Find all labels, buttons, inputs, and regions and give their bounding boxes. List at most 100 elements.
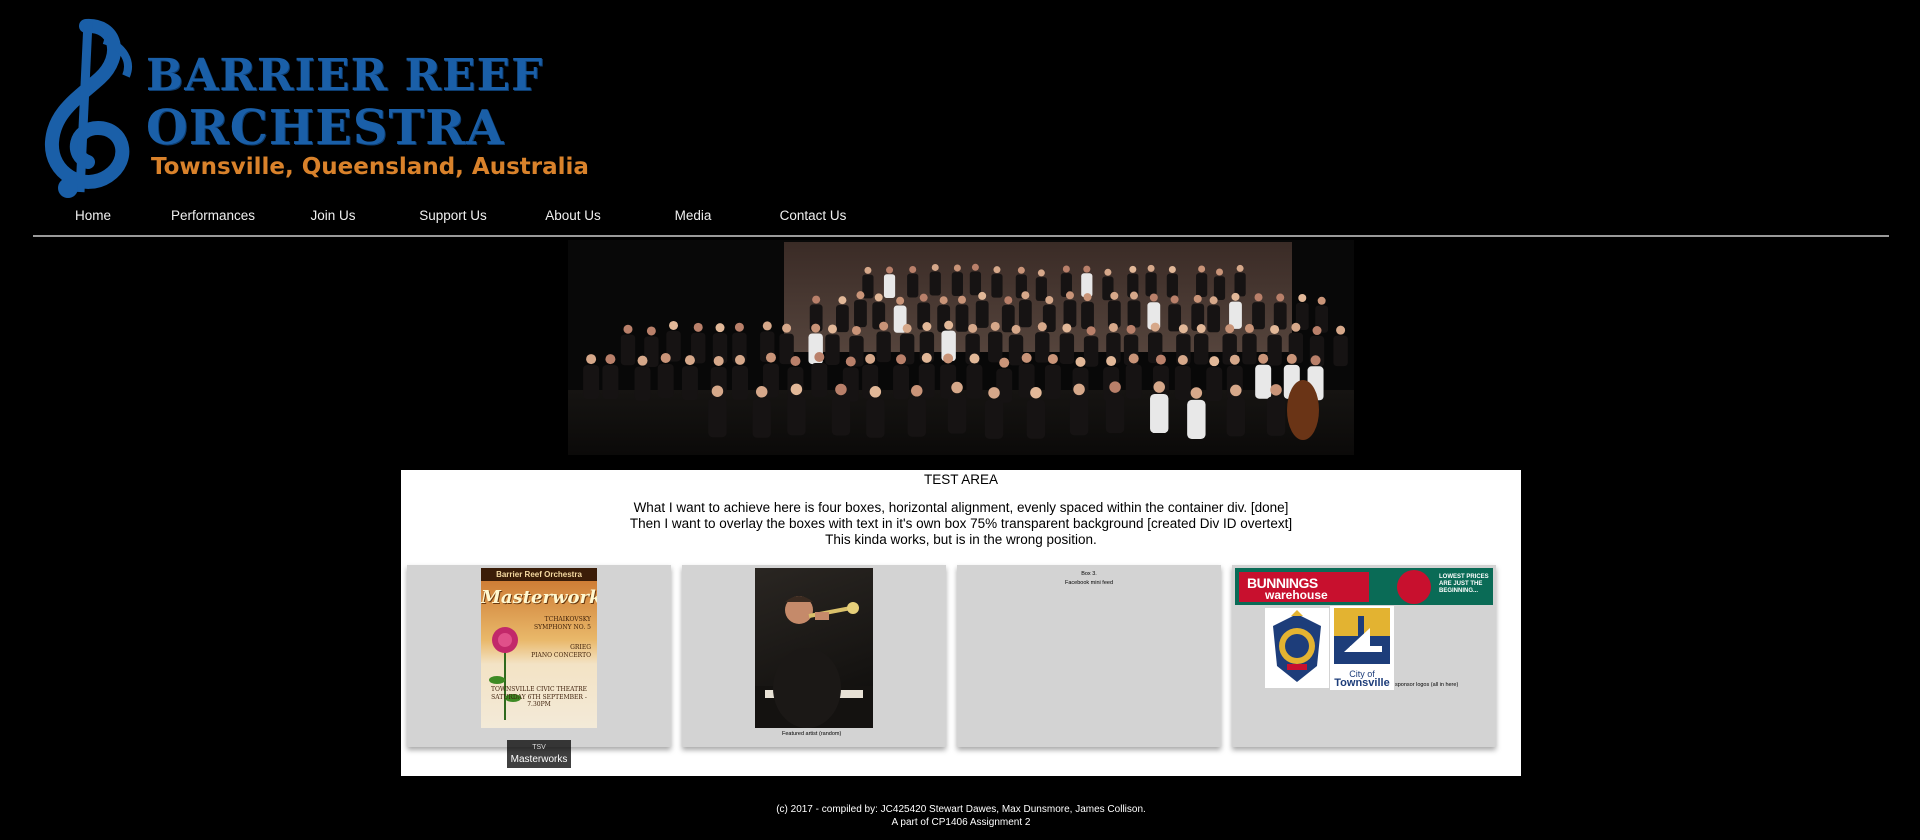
musician-head: [978, 291, 987, 300]
box-1-poster: Barrier Reef Orchestra Masterworks TCHAI…: [407, 565, 671, 768]
poster-composer-1: TCHAIKOVSKY: [544, 616, 591, 623]
musician-head: [958, 295, 967, 304]
musician-body: [854, 299, 867, 328]
musician-head: [765, 352, 776, 363]
bunnings-sponsor-logo[interactable]: BUNNINGS warehouse LOWEST PRICES ARE JUS…: [1235, 568, 1493, 605]
musician-head: [838, 296, 847, 305]
musician-head: [684, 355, 695, 366]
musician-head: [1106, 356, 1117, 367]
trumpet-player-image: [755, 596, 873, 728]
nav-item-about-us[interactable]: About Us: [513, 206, 633, 226]
musician-body: [1207, 305, 1221, 333]
musician-body: [1194, 333, 1209, 365]
nav-item-home[interactable]: Home: [33, 206, 153, 226]
poster-venue: TOWNSVILLE CIVIC THEATRE: [490, 686, 588, 693]
musician-head: [1193, 294, 1202, 303]
musician-head: [1110, 291, 1119, 300]
musician-head: [1150, 322, 1160, 332]
nav-item-performances[interactable]: Performances: [153, 206, 273, 226]
musician-head: [865, 353, 876, 364]
musician-body: [988, 331, 1003, 363]
musician-body: [1059, 333, 1075, 364]
musician-head: [646, 326, 656, 336]
masterworks-poster[interactable]: Barrier Reef Orchestra Masterworks TCHAI…: [481, 568, 597, 728]
musician-head: [968, 323, 978, 333]
musician-body: [1044, 364, 1061, 399]
musician-body: [811, 363, 828, 398]
main-nav: Home Performances Join Us Support Us Abo…: [33, 206, 873, 226]
nav-item-contact-us[interactable]: Contact Us: [753, 206, 873, 226]
bunnings-logo-badge: BUNNINGS warehouse: [1239, 572, 1369, 602]
nav-item-support-us[interactable]: Support Us: [393, 206, 513, 226]
musician-body: [883, 274, 896, 299]
musician-head: [931, 263, 939, 271]
musician-body: [1105, 393, 1125, 434]
bunnings-swoosh-icon: [1397, 570, 1431, 604]
musician-head: [902, 323, 912, 333]
musician-head: [605, 354, 616, 365]
musician-body: [1145, 272, 1157, 297]
musician-head: [812, 295, 821, 304]
musician-body: [1242, 333, 1257, 365]
logo-subtitle: Townsville, Queensland, Australia: [151, 154, 589, 180]
musician-head: [1244, 323, 1254, 333]
musician-head: [734, 322, 744, 332]
musician-head: [790, 383, 803, 396]
musician-body: [907, 397, 926, 437]
musician-head: [1129, 265, 1137, 273]
musician-head: [851, 325, 861, 335]
overtext-box[interactable]: TSV Masterworks: [507, 740, 571, 768]
musician-body: [732, 365, 749, 400]
musician-head: [990, 321, 1000, 331]
musician-head: [1312, 326, 1322, 336]
musician-body: [1266, 396, 1286, 436]
bunnings-tagline: LOWEST PRICES ARE JUST THE BEGINNING...: [1439, 574, 1489, 594]
facebook-feed-placeholder: Box 3. Facebook mini feed: [957, 570, 1221, 588]
musician-body: [825, 334, 840, 365]
musician-head: [911, 385, 923, 397]
footer-assignment: A part of CP1406 Assignment 2: [891, 817, 1031, 828]
musician-body: [1008, 334, 1024, 366]
musician-head: [1045, 295, 1054, 304]
site-logo[interactable]: BARRIER REEF ORCHESTRA Townsville, Queen…: [28, 16, 589, 202]
musician-head: [1109, 381, 1121, 393]
musician-body: [831, 396, 851, 436]
musician-head: [835, 383, 847, 396]
rsl-sponsor-logo[interactable]: [1265, 608, 1329, 688]
musician-head: [1155, 354, 1166, 365]
nav-item-media[interactable]: Media: [633, 206, 753, 226]
musician-body: [907, 273, 919, 298]
musician-body: [955, 304, 969, 332]
musician-head: [1004, 296, 1013, 305]
musician-head: [1011, 324, 1021, 334]
musician-head: [790, 356, 801, 367]
musician-head: [896, 354, 907, 365]
musician-body: [1166, 273, 1178, 298]
musician-head: [1104, 268, 1112, 276]
musician-head: [660, 352, 671, 363]
musician-head: [1021, 291, 1030, 300]
musician-body: [1081, 301, 1094, 330]
box-4-sponsors: BUNNINGS warehouse LOWEST PRICES ARE JUS…: [1232, 565, 1496, 747]
featured-artist-photo[interactable]: [755, 568, 873, 728]
musician-body: [836, 304, 849, 333]
musician-head: [939, 296, 948, 305]
musician-head: [944, 320, 954, 330]
townsville-sponsor-logo[interactable]: City of Townsville: [1330, 606, 1394, 690]
musician-head: [715, 323, 725, 333]
musician-head: [637, 355, 648, 366]
musician-head: [951, 381, 963, 394]
musician-body: [657, 363, 674, 398]
box-3-facebook-feed: Box 3. Facebook mini feed: [957, 565, 1221, 747]
musician-body: [1125, 364, 1142, 399]
nav-item-join-us[interactable]: Join Us: [273, 206, 393, 226]
poster-header: Barrier Reef Orchestra: [481, 568, 597, 581]
poster-composer-2: GRIEG: [570, 644, 591, 651]
poster-work-1: SYMPHONY NO. 5: [534, 624, 591, 631]
musician-head: [1047, 353, 1058, 364]
musician-body: [1226, 397, 1246, 437]
test-area-line: This kinda works, but is in the wrong po…: [825, 532, 1097, 547]
musician-body: [1196, 273, 1208, 297]
musician-head: [1108, 322, 1118, 332]
box-3-label: Box 3.: [1081, 571, 1097, 577]
